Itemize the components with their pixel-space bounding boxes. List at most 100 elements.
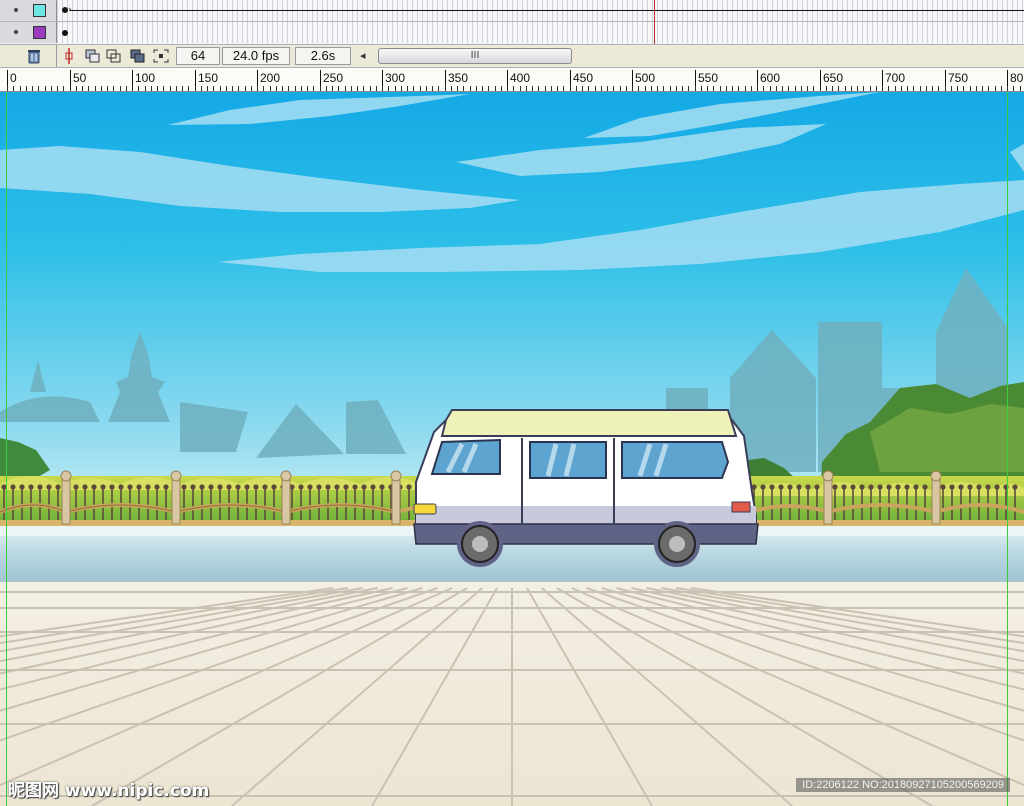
- ruler-minor-tick: [351, 86, 352, 91]
- ruler-minor-tick: [463, 86, 464, 91]
- playhead[interactable]: [654, 0, 655, 44]
- layer-outline-color-swatch[interactable]: [33, 26, 46, 39]
- onion-skin-outline-icon[interactable]: [106, 48, 122, 64]
- ruler-minor-tick: [938, 86, 939, 91]
- ruler-minor-tick: [13, 86, 14, 91]
- motion-tween-line: [70, 10, 1024, 11]
- ruler-label: 600: [760, 71, 781, 85]
- ruler-minor-tick: [488, 86, 489, 91]
- ruler-minor-tick: [695, 86, 696, 91]
- ruler-minor-tick: [957, 86, 958, 91]
- ruler-minor-tick: [232, 86, 233, 91]
- ruler-minor-tick: [438, 86, 439, 91]
- ruler-minor-tick: [626, 86, 627, 91]
- ruler-minor-tick: [801, 86, 802, 91]
- ruler-minor-tick: [926, 86, 927, 91]
- current-frame-field[interactable]: 64: [176, 47, 220, 65]
- ruler-minor-tick: [995, 86, 996, 91]
- ruler-minor-tick: [663, 86, 664, 91]
- ruler-minor-tick: [1020, 86, 1021, 91]
- ruler-minor-tick: [145, 86, 146, 91]
- ruler-minor-tick: [538, 86, 539, 91]
- ruler-minor-tick: [601, 86, 602, 91]
- modify-markers-icon[interactable]: [153, 48, 169, 64]
- edit-multiple-frames-icon[interactable]: [130, 48, 146, 64]
- ruler-minor-tick: [732, 86, 733, 91]
- layer-row-1[interactable]: ›: [0, 0, 1024, 21]
- ruler-minor-tick: [551, 86, 552, 91]
- ruler-minor-tick: [7, 86, 8, 91]
- ruler-minor-tick: [413, 86, 414, 91]
- ruler-minor-tick: [545, 86, 546, 91]
- ruler-minor-tick: [470, 86, 471, 91]
- ruler-minor-tick: [88, 86, 89, 91]
- ruler-minor-tick: [357, 86, 358, 91]
- layer-outline-color-swatch[interactable]: [33, 4, 46, 17]
- ruler-label: 550: [698, 71, 719, 85]
- ruler-label: 450: [573, 71, 594, 85]
- ruler-minor-tick: [313, 86, 314, 91]
- ruler-minor-tick: [432, 86, 433, 91]
- frame-rate-field[interactable]: 24.0 fps: [222, 47, 290, 65]
- ruler-label: 350: [448, 71, 469, 85]
- keyframe-marker[interactable]: [62, 30, 68, 36]
- watermark-id: ID:2206122 NO:20180927105200569209: [796, 778, 1010, 792]
- ruler-minor-tick: [982, 86, 983, 91]
- ruler-minor-tick: [813, 86, 814, 91]
- ruler-minor-tick: [563, 86, 564, 91]
- ruler-minor-tick: [151, 86, 152, 91]
- layer-frames[interactable]: [57, 22, 1024, 43]
- ruler-minor-tick: [826, 86, 827, 91]
- ruler-minor-tick: [451, 86, 452, 91]
- ruler-minor-tick: [857, 86, 858, 91]
- ruler-minor-tick: [326, 86, 327, 91]
- layer-gutter[interactable]: [0, 22, 57, 43]
- onion-skin-marker-icon[interactable]: [61, 48, 77, 64]
- ruler-minor-tick: [738, 86, 739, 91]
- ruler-minor-tick: [920, 86, 921, 91]
- ruler-minor-tick: [338, 86, 339, 91]
- visibility-dot-icon[interactable]: [14, 8, 18, 12]
- ruler-minor-tick: [520, 86, 521, 91]
- ruler-minor-tick: [376, 86, 377, 91]
- guide-line-left[interactable]: [6, 92, 7, 806]
- guide-line-right[interactable]: [1007, 92, 1008, 806]
- ruler-minor-tick: [476, 86, 477, 91]
- trash-icon[interactable]: [26, 48, 42, 64]
- ruler-minor-tick: [113, 86, 114, 91]
- ruler-minor-tick: [407, 86, 408, 91]
- elapsed-time-field[interactable]: 2.6s: [295, 47, 351, 65]
- watermark-site: 昵图网 www.nipic.com: [8, 781, 210, 801]
- layer-gutter[interactable]: [0, 0, 57, 21]
- visibility-dot-icon[interactable]: [14, 30, 18, 34]
- ruler-minor-tick: [851, 86, 852, 91]
- timeline-controls: 64 24.0 fps 2.6s ◂ III: [0, 44, 1024, 68]
- ruler-minor-tick: [482, 86, 483, 91]
- layer-frames[interactable]: ›: [57, 0, 1024, 21]
- onion-skin-icon[interactable]: [85, 48, 101, 64]
- ruler-minor-tick: [770, 86, 771, 91]
- ruler-minor-tick: [51, 86, 52, 91]
- ruler-minor-tick: [245, 86, 246, 91]
- stage-canvas[interactable]: [0, 92, 1024, 806]
- ruler-minor-tick: [238, 86, 239, 91]
- ruler-minor-tick: [38, 86, 39, 91]
- scroll-left-arrow-icon[interactable]: ◂: [360, 49, 366, 62]
- ruler-minor-tick: [901, 86, 902, 91]
- ruler-minor-tick: [557, 86, 558, 91]
- ruler-minor-tick: [295, 86, 296, 91]
- ruler-minor-tick: [970, 86, 971, 91]
- ruler-minor-tick: [651, 86, 652, 91]
- ruler-minor-tick: [207, 86, 208, 91]
- ruler-minor-tick: [645, 86, 646, 91]
- ruler-label: 50: [73, 71, 87, 85]
- ruler-minor-tick: [526, 86, 527, 91]
- ruler-minor-tick: [188, 86, 189, 91]
- ruler-minor-tick: [445, 86, 446, 91]
- layer-row-2[interactable]: [0, 21, 1024, 43]
- ruler-minor-tick: [951, 86, 952, 91]
- ruler-minor-tick: [20, 86, 21, 91]
- ruler-minor-tick: [307, 86, 308, 91]
- ruler-label: 500: [635, 71, 656, 85]
- timeline-scrollbar-thumb[interactable]: III: [378, 48, 572, 64]
